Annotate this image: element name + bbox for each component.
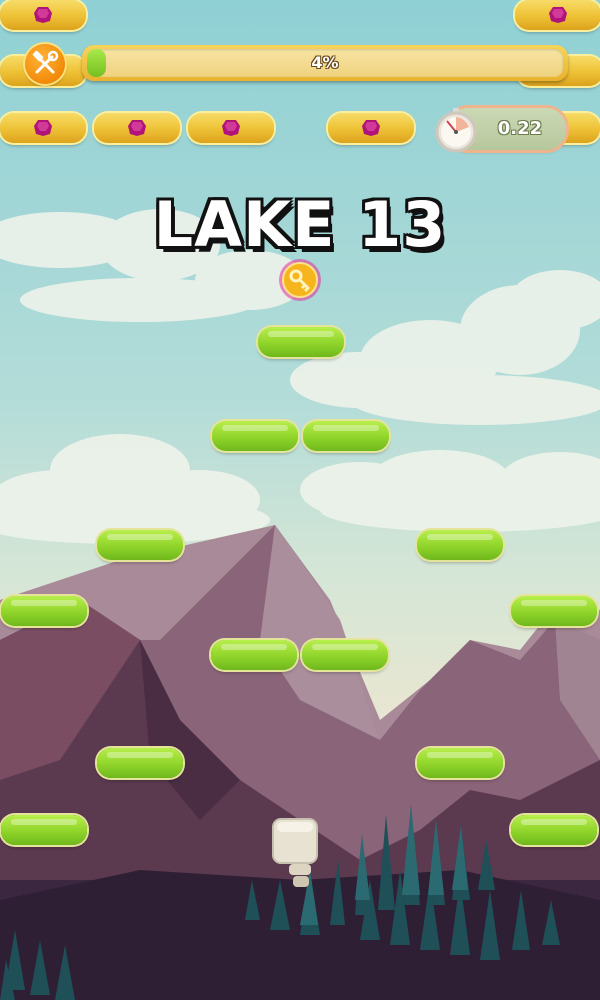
progress-track: 4% bbox=[87, 49, 563, 77]
gem-pill bbox=[328, 113, 414, 143]
timer-value: 0.22 bbox=[497, 118, 543, 139]
gem-pill bbox=[188, 113, 274, 143]
progress-percent-label: 4% bbox=[311, 53, 339, 72]
purple-gem-icon bbox=[34, 120, 52, 136]
platform bbox=[417, 748, 503, 778]
platform bbox=[97, 530, 183, 560]
gem-pill bbox=[0, 0, 86, 30]
hammer-wrench-icon bbox=[32, 50, 59, 74]
purple-gem-icon bbox=[549, 7, 567, 23]
platform bbox=[511, 596, 597, 626]
platform bbox=[212, 421, 298, 451]
purple-gem-icon bbox=[128, 120, 146, 136]
purple-gem-icon bbox=[34, 7, 52, 23]
purple-gem-icon bbox=[362, 120, 380, 136]
key-coin-icon[interactable] bbox=[278, 258, 322, 302]
gem-pill bbox=[94, 113, 180, 143]
platform bbox=[1, 596, 87, 626]
platform bbox=[211, 640, 297, 670]
platform bbox=[97, 748, 183, 778]
level-title: LAKE 13 bbox=[153, 188, 447, 261]
level-progress-bar: 4% bbox=[82, 45, 568, 81]
purple-gem-icon bbox=[222, 120, 240, 136]
stopwatch-icon bbox=[435, 108, 477, 153]
platform bbox=[511, 815, 597, 845]
gem-pill bbox=[0, 113, 86, 143]
platform bbox=[258, 327, 344, 357]
platform bbox=[302, 640, 388, 670]
platform bbox=[417, 530, 503, 560]
platform bbox=[1, 815, 87, 845]
block-character bbox=[272, 818, 318, 887]
game-stage: 4% 0.22 LAKE 13 bbox=[0, 0, 600, 1000]
tools-button[interactable] bbox=[25, 44, 65, 84]
platform bbox=[303, 421, 389, 451]
gem-pill bbox=[515, 0, 600, 30]
